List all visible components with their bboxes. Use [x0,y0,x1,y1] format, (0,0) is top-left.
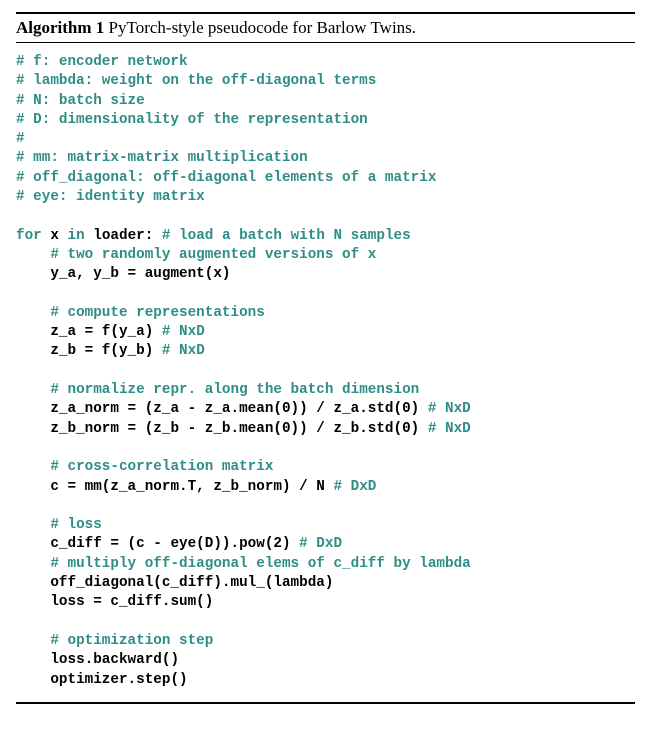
comment-inline: # NxD [162,343,205,359]
code-line: z_b = f(y_b) [50,343,162,359]
comment-inline: # NxD [428,401,471,417]
comment-line: # off_diagonal: off-diagonal elements of… [16,170,436,186]
comment-line: # mm: matrix-matrix multiplication [16,150,308,166]
comment-inline: # DxD [333,479,376,495]
indent [16,382,50,398]
comment-line: # f: encoder network [16,54,188,70]
keyword-in: in [68,228,85,244]
indent [16,517,50,533]
comment-line: # lambda: weight on the off-diagonal ter… [16,73,376,89]
indent [16,479,50,495]
code-line: z_a = f(y_a) [50,324,162,340]
comment-line: # compute representations [50,305,265,321]
code-text: loader: [85,228,162,244]
indent [16,343,50,359]
code-line: loss.backward() [50,652,179,668]
indent [16,672,50,688]
comment-inline: # NxD [428,421,471,437]
comment-inline: # DxD [299,536,342,552]
indent [16,652,50,668]
comment-line: # N: batch size [16,93,145,109]
pseudocode: # f: encoder network # lambda: weight on… [16,43,635,702]
comment-line: # optimization step [50,633,213,649]
algorithm-title: Algorithm 1 PyTorch-style pseudocode for… [16,14,635,43]
code-text: x [42,228,68,244]
code-line: z_a_norm = (z_a - z_a.mean(0)) / z_a.std… [50,401,428,417]
indent [16,633,50,649]
code-line: optimizer.step() [50,672,187,688]
indent [16,459,50,475]
indent [16,594,50,610]
comment-line: # loss [50,517,101,533]
comment-line: # multiply off-diagonal elems of c_diff … [50,556,470,572]
comment-line: # cross-correlation matrix [50,459,273,475]
indent [16,266,50,282]
comment-inline: # load a batch with N samples [162,228,411,244]
indent [16,575,50,591]
code-line: off_diagonal(c_diff).mul_(lambda) [50,575,333,591]
indent [16,421,50,437]
comment-line: # two randomly augmented versions of x [50,247,376,263]
code-line: c = mm(z_a_norm.T, z_b_norm) / N [50,479,333,495]
indent [16,401,50,417]
comment-line: # eye: identity matrix [16,189,205,205]
comment-line: # normalize repr. along the batch dimens… [50,382,419,398]
comment-line: # D: dimensionality of the representatio… [16,112,368,128]
indent [16,324,50,340]
indent [16,247,50,263]
comment-line: # [16,131,25,147]
indent [16,536,50,552]
algorithm-number: Algorithm 1 [16,18,104,37]
keyword-for: for [16,228,42,244]
code-line: y_a, y_b = augment(x) [50,266,230,282]
algorithm-caption: PyTorch-style pseudocode for Barlow Twin… [104,18,416,37]
code-line: z_b_norm = (z_b - z_b.mean(0)) / z_b.std… [50,421,428,437]
algorithm-block: Algorithm 1 PyTorch-style pseudocode for… [16,12,635,704]
code-line: c_diff = (c - eye(D)).pow(2) [50,536,299,552]
code-line: loss = c_diff.sum() [50,594,213,610]
indent [16,556,50,572]
comment-inline: # NxD [162,324,205,340]
indent [16,305,50,321]
